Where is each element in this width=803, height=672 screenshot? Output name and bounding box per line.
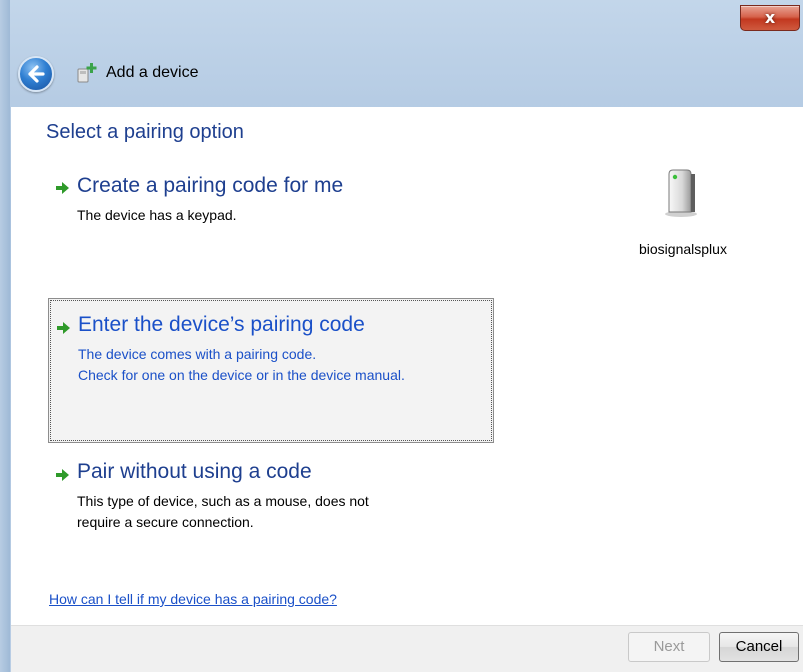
option-title: Create a pairing code for me bbox=[77, 174, 344, 197]
page-heading: Select a pairing option bbox=[46, 121, 244, 143]
content-area: Select a pairing option Create a pairing… bbox=[11, 107, 803, 625]
add-device-window: x Add a device Select a pairing option C… bbox=[0, 0, 803, 672]
device-item[interactable]: biosignalsplux bbox=[639, 165, 759, 265]
close-icon: x bbox=[764, 8, 776, 27]
next-button[interactable]: Next bbox=[628, 632, 710, 662]
back-button[interactable] bbox=[18, 56, 54, 92]
option-title: Enter the device’s pairing code bbox=[78, 313, 365, 336]
option-description-line-1: The device comes with a pairing code. bbox=[78, 346, 317, 362]
option-title: Pair without using a code bbox=[77, 460, 312, 483]
green-arrow-icon bbox=[56, 182, 69, 194]
option-create-pairing-code[interactable]: Create a pairing code for me The device … bbox=[48, 167, 498, 247]
footer-bar: Next Cancel bbox=[11, 625, 803, 672]
green-arrow-icon bbox=[57, 322, 70, 334]
cancel-button[interactable]: Cancel bbox=[719, 632, 799, 662]
window-frame bbox=[0, 0, 10, 672]
green-arrow-icon bbox=[56, 469, 69, 481]
option-description-line-2: Check for one on the device or in the de… bbox=[78, 367, 405, 383]
option-enter-pairing-code[interactable]: Enter the device’s pairing code The devi… bbox=[48, 298, 494, 443]
back-arrow-icon bbox=[28, 65, 45, 83]
option-description: The device has a keypad. bbox=[77, 207, 237, 223]
device-tower-icon bbox=[665, 169, 697, 217]
option-description-line-2: require a secure connection. bbox=[77, 514, 254, 530]
close-button[interactable]: x bbox=[740, 5, 800, 31]
option-pair-without-code[interactable]: Pair without using a code This type of d… bbox=[48, 453, 498, 548]
add-device-icon bbox=[77, 63, 97, 83]
help-link[interactable]: How can I tell if my device has a pairin… bbox=[49, 591, 337, 607]
device-label: biosignalsplux bbox=[639, 241, 727, 257]
window-title: Add a device bbox=[106, 64, 199, 81]
option-description-line-1: This type of device, such as a mouse, do… bbox=[77, 493, 369, 509]
